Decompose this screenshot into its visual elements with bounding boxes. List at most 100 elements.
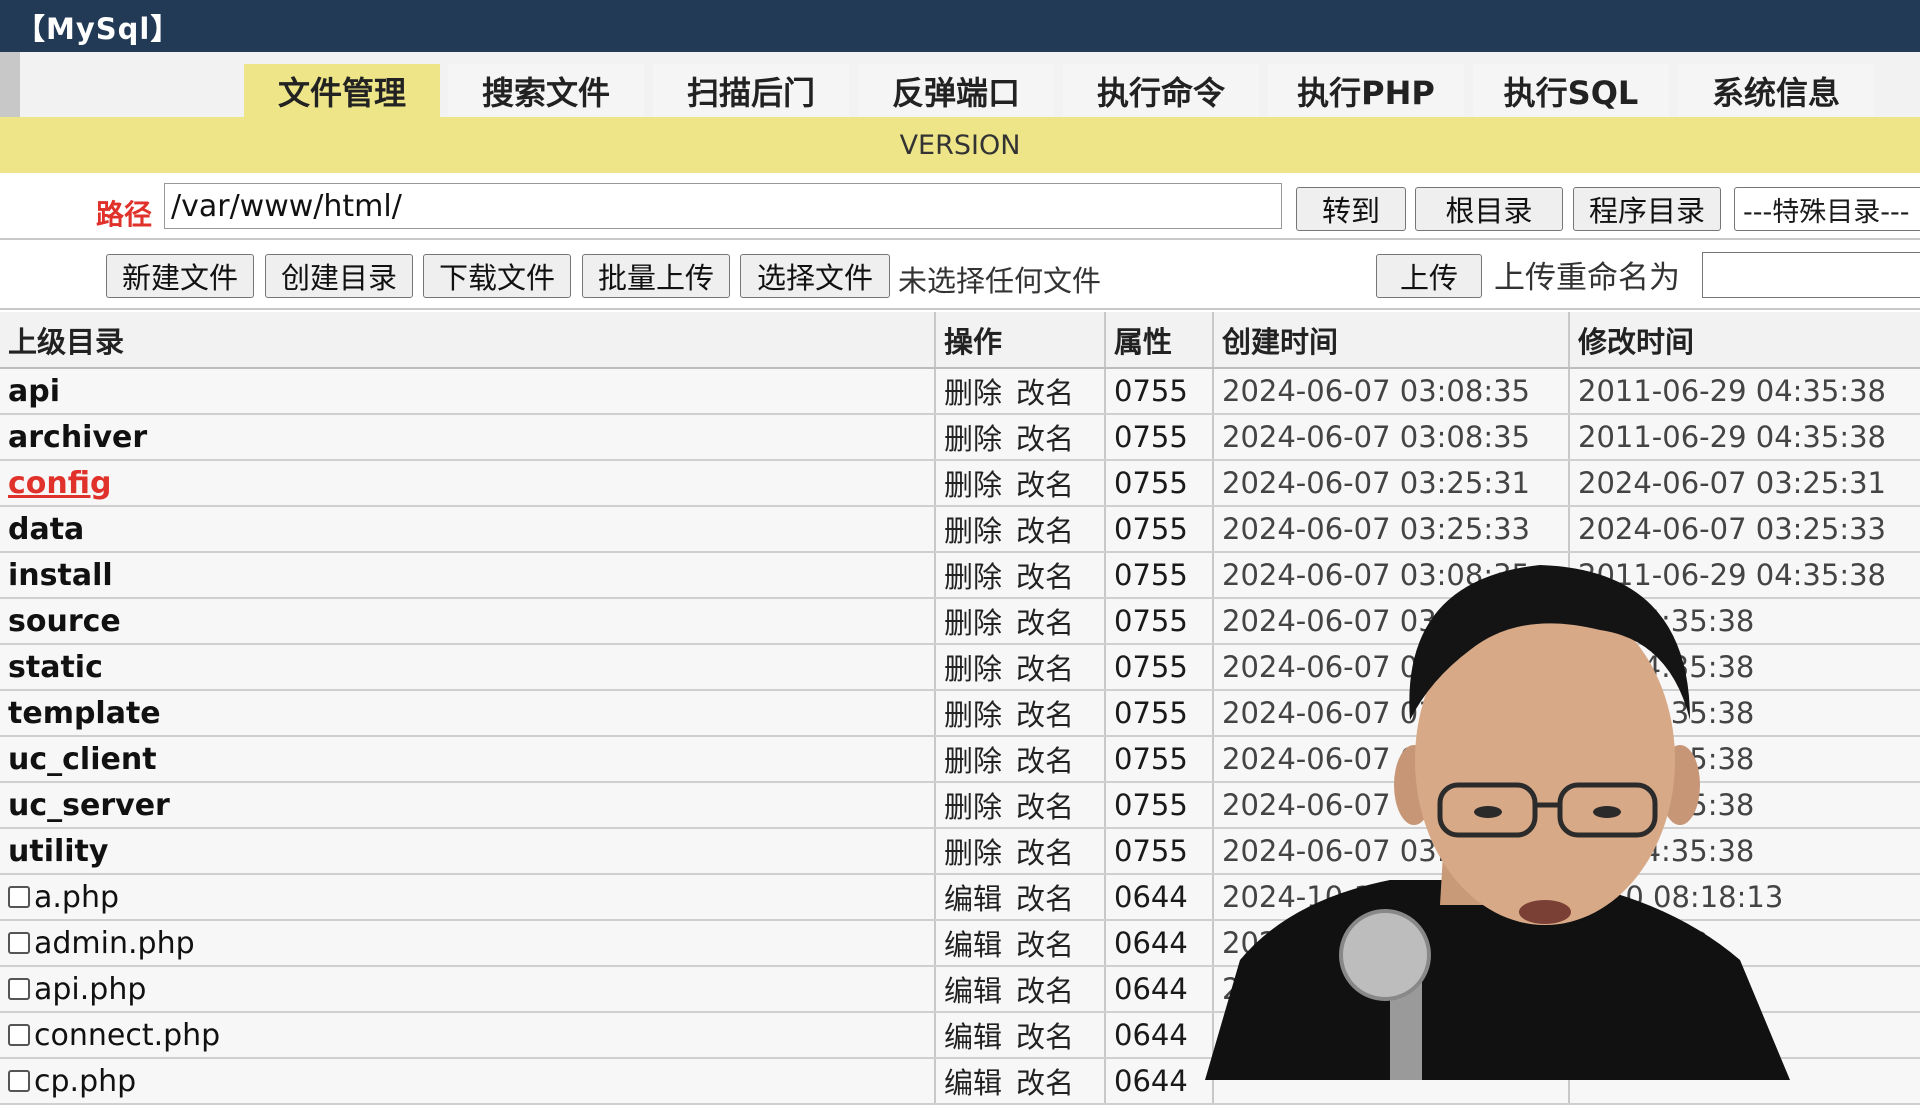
create-time-cell: 2024-06-07 03:25:31 (1214, 461, 1570, 505)
delete-link[interactable]: 删除 (944, 692, 1002, 734)
file-table: 上级目录 操作 属性 创建时间 修改时间 api 删除 改名 0755 2024-06-… (0, 312, 1920, 1105)
table-row: install 删除 改名 0755 2024-06-07 03:08:35 2011-0… (0, 553, 1920, 599)
upload-button[interactable]: 上传 (1376, 254, 1482, 298)
edit-link[interactable]: 编辑 (944, 1060, 1002, 1102)
batch-upload-button[interactable]: 批量上传 (582, 254, 730, 298)
table-row: data 删除 改名 0755 2024-06-07 03:25:33 2024-06-0… (0, 507, 1920, 553)
file-checkbox[interactable] (8, 886, 30, 908)
name-cell: archiver (0, 415, 936, 459)
goto-button[interactable]: 转到 (1296, 187, 1406, 231)
delete-link[interactable]: 删除 (944, 554, 1002, 596)
tab-search-files[interactable]: 搜索文件 (448, 64, 644, 117)
upload-rename-input[interactable] (1702, 252, 1920, 298)
tab-bar: 文件管理 搜索文件 扫描后门 反弹端口 执行命令 执行PHP 执行SQL 系统信… (0, 52, 1920, 117)
modify-time-cell: 2024-06-07 03:25:33 (1578, 512, 1886, 546)
edit-link[interactable]: 编辑 (944, 876, 1002, 918)
tab-exec-command[interactable]: 执行命令 (1063, 64, 1259, 117)
tab-exec-sql[interactable]: 执行SQL (1473, 64, 1669, 117)
name-cell: source (0, 599, 936, 643)
delete-link[interactable]: 删除 (944, 462, 1002, 504)
operation-cell: 编辑 改名 (936, 875, 1106, 919)
delete-link[interactable]: 删除 (944, 370, 1002, 412)
file-checkbox[interactable] (8, 1024, 30, 1046)
edit-link[interactable]: 编辑 (944, 922, 1002, 964)
create-dir-button[interactable]: 创建目录 (265, 254, 413, 298)
file-checkbox[interactable] (8, 978, 30, 1000)
modify-time-cell: 29 04:35:38 (1578, 604, 1755, 638)
directory-link[interactable]: install (8, 558, 113, 593)
program-dir-button[interactable]: 程序目录 (1573, 187, 1721, 231)
root-dir-button[interactable]: 根目录 (1415, 187, 1563, 231)
rename-link[interactable]: 改名 (1016, 646, 1074, 688)
file-link[interactable]: api.php (34, 972, 146, 1007)
attribute-cell: 0755 (1106, 691, 1214, 735)
rename-link[interactable]: 改名 (1016, 922, 1074, 964)
rename-link[interactable]: 改名 (1016, 370, 1074, 412)
table-row: uc_server 删除 改名 0755 2024-06-07 03 29 04:35:3… (0, 783, 1920, 829)
attribute-cell: 0644 (1106, 1013, 1214, 1057)
file-link[interactable]: admin.php (34, 926, 195, 961)
tab-reverse-port[interactable]: 反弹端口 (858, 64, 1054, 117)
rename-link[interactable]: 改名 (1016, 1060, 1074, 1102)
delete-link[interactable]: 删除 (944, 600, 1002, 642)
rename-link[interactable]: 改名 (1016, 600, 1074, 642)
special-dir-select[interactable]: ---特殊目录--- (1734, 187, 1920, 231)
directory-link[interactable]: config (8, 466, 111, 501)
delete-link[interactable]: 删除 (944, 508, 1002, 550)
rename-link[interactable]: 改名 (1016, 784, 1074, 826)
attribute-cell: 0755 (1106, 829, 1214, 873)
tab-exec-php[interactable]: 执行PHP (1268, 64, 1464, 117)
new-file-button[interactable]: 新建文件 (106, 254, 254, 298)
operation-cell: 删除 改名 (936, 507, 1106, 551)
header-parent-dir[interactable]: 上级目录 (0, 312, 936, 367)
directory-link[interactable]: source (8, 604, 121, 639)
rename-link[interactable]: 改名 (1016, 830, 1074, 872)
rename-link[interactable]: 改名 (1016, 968, 1074, 1010)
rename-link[interactable]: 改名 (1016, 876, 1074, 918)
create-time-cell: 2024-06-07 03:08:35 (1214, 415, 1570, 459)
rename-link[interactable]: 改名 (1016, 1014, 1074, 1056)
rename-link[interactable]: 改名 (1016, 692, 1074, 734)
tab-system-info[interactable]: 系统信息 (1678, 64, 1874, 117)
directory-link[interactable]: utility (8, 834, 108, 869)
download-file-button[interactable]: 下载文件 (423, 254, 571, 298)
file-checkbox[interactable] (8, 932, 30, 954)
delete-link[interactable]: 删除 (944, 416, 1002, 458)
directory-link[interactable]: archiver (8, 420, 147, 455)
attribute-cell: 0755 (1106, 645, 1214, 689)
attribute-cell: 0755 (1106, 553, 1214, 597)
rename-link[interactable]: 改名 (1016, 462, 1074, 504)
delete-link[interactable]: 删除 (944, 738, 1002, 780)
table-row: config 删除 改名 0755 2024-06-07 03:25:31 2024-06… (0, 461, 1920, 507)
rename-link[interactable]: 改名 (1016, 554, 1074, 596)
modify-time-cell (1570, 1013, 1920, 1057)
delete-link[interactable]: 删除 (944, 784, 1002, 826)
directory-link[interactable]: static (8, 650, 103, 685)
delete-link[interactable]: 删除 (944, 646, 1002, 688)
path-label: 路径 (96, 198, 153, 231)
path-input[interactable] (164, 183, 1282, 229)
rename-link[interactable]: 改名 (1016, 508, 1074, 550)
modify-time-cell: 29 04:35:38 (1578, 696, 1755, 730)
table-row: template 删除 改名 0755 2024-06-07 03: 29 04:35:3… (0, 691, 1920, 737)
edit-link[interactable]: 编辑 (944, 968, 1002, 1010)
directory-link[interactable]: uc_client (8, 742, 157, 777)
file-link[interactable]: connect.php (34, 1018, 220, 1053)
directory-link[interactable]: data (8, 512, 84, 547)
file-link[interactable]: a.php (34, 880, 119, 915)
file-checkbox[interactable] (8, 1070, 30, 1092)
rename-link[interactable]: 改名 (1016, 738, 1074, 780)
delete-link[interactable]: 删除 (944, 830, 1002, 872)
create-time-cell: 2024-06-07 03:0 (1214, 599, 1570, 643)
directory-link[interactable]: api (8, 374, 60, 409)
tab-file-manager[interactable]: 文件管理 (244, 64, 440, 117)
file-link[interactable]: cp.php (34, 1064, 136, 1099)
tab-scan-backdoor[interactable]: 扫描后门 (653, 64, 849, 117)
directory-link[interactable]: template (8, 696, 161, 731)
rename-link[interactable]: 改名 (1016, 416, 1074, 458)
operation-cell: 删除 改名 (936, 829, 1106, 873)
create-time-cell: 2024-06-07 03 (1214, 783, 1570, 827)
choose-file-button[interactable]: 选择文件 (740, 254, 890, 298)
edit-link[interactable]: 编辑 (944, 1014, 1002, 1056)
directory-link[interactable]: uc_server (8, 788, 170, 823)
